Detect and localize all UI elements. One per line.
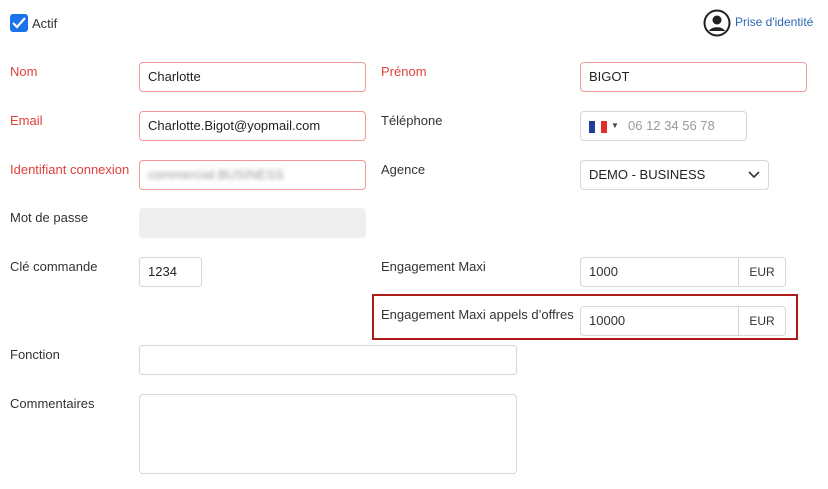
engagement-maxi-field[interactable]: 1000 EUR — [580, 257, 786, 287]
agence-value: DEMO - BUSINESS — [589, 167, 706, 182]
telephone-field[interactable]: ▼ 06 12 34 56 78 — [580, 111, 747, 141]
check-icon — [12, 17, 26, 29]
active-label: Actif — [32, 16, 58, 31]
mot-de-passe-label: Mot de passe — [10, 210, 89, 225]
currency-addon: EUR — [738, 307, 785, 335]
fonction-label: Fonction — [10, 347, 60, 362]
agence-select[interactable]: DEMO - BUSINESS — [580, 160, 769, 190]
currency-addon: EUR — [738, 258, 785, 286]
user-circle-icon[interactable] — [703, 9, 731, 37]
chevron-down-icon — [748, 171, 760, 179]
prenom-input[interactable]: BIGOT — [580, 62, 807, 92]
engagement-maxi-ao-field[interactable]: 10000 EUR — [580, 306, 786, 336]
email-input[interactable]: Charlotte.Bigot@yopmail.com — [139, 111, 366, 141]
cle-commande-label: Clé commande — [10, 259, 98, 274]
mot-de-passe-input[interactable] — [139, 208, 366, 238]
agence-label: Agence — [381, 162, 426, 177]
cle-commande-input[interactable]: 1234 — [139, 257, 202, 287]
engagement-maxi-input[interactable]: 1000 — [581, 258, 738, 286]
engagement-maxi-label: Engagement Maxi — [381, 259, 486, 274]
identifiant-label: Identifiant connexion — [10, 162, 130, 177]
engagement-maxi-ao-input[interactable]: 10000 — [581, 307, 738, 335]
nom-input[interactable]: Charlotte — [139, 62, 366, 92]
email-label: Email — [10, 113, 43, 128]
commentaires-label: Commentaires — [10, 396, 95, 411]
commentaires-textarea[interactable] — [139, 394, 517, 474]
fonction-input[interactable] — [139, 345, 517, 375]
active-checkbox[interactable] — [10, 14, 28, 32]
telephone-label: Téléphone — [381, 113, 443, 128]
identifiant-input[interactable]: commercial.BUSINESS — [139, 160, 366, 190]
identifiant-value: commercial.BUSINESS — [148, 167, 284, 182]
prenom-label: Prénom — [381, 64, 427, 79]
chevron-down-icon[interactable]: ▼ — [611, 112, 619, 140]
engagement-maxi-ao-label: Engagement Maxi appels d’offres — [381, 307, 574, 322]
france-flag-icon[interactable] — [589, 121, 607, 133]
nom-label: Nom — [10, 64, 38, 79]
impersonate-link[interactable]: Prise d'identité — [735, 15, 813, 29]
telephone-input[interactable]: 06 12 34 56 78 — [628, 112, 715, 140]
